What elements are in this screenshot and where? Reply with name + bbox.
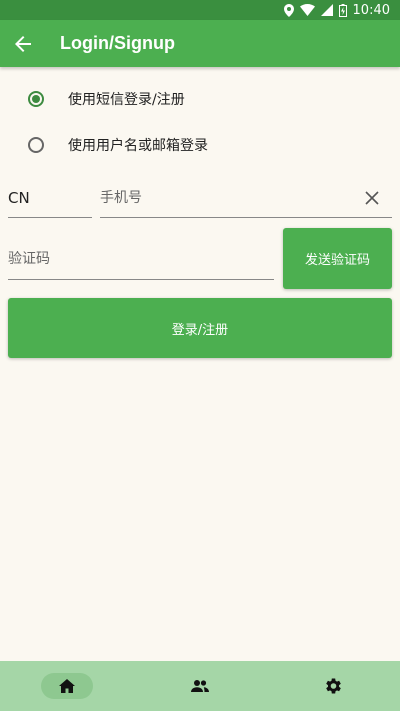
radio-label-username: 使用用户名或邮箱登录	[68, 138, 208, 154]
nav-pill-home	[40, 673, 93, 699]
page-title: Login/Signup	[60, 33, 175, 53]
phone-input[interactable]	[100, 189, 392, 206]
home-icon	[58, 679, 75, 693]
radio-option-username[interactable]: 使用用户名或邮箱登录	[28, 130, 208, 160]
people-icon	[190, 680, 209, 692]
country-code-field[interactable]: CN	[8, 178, 92, 218]
radio-button-username[interactable]	[28, 137, 44, 153]
country-code-value: CN	[8, 188, 30, 207]
nav-item-settings[interactable]	[267, 661, 400, 711]
app-bar: Login/Signup	[0, 20, 400, 67]
nav-item-people[interactable]	[133, 661, 266, 711]
signal-icon	[320, 4, 333, 16]
bottom-navigation	[0, 661, 400, 711]
wifi-icon	[299, 4, 315, 16]
verification-code-input[interactable]	[8, 250, 274, 267]
back-button[interactable]	[0, 20, 46, 67]
verification-code-field[interactable]	[8, 238, 274, 280]
phone-field[interactable]	[100, 178, 392, 218]
nav-pill-settings	[307, 673, 359, 699]
send-code-button[interactable]: 发送验证码	[283, 228, 392, 289]
status-icons	[283, 3, 347, 17]
radio-option-sms[interactable]: 使用短信登录/注册	[28, 84, 185, 114]
login-signup-button[interactable]: 登录/注册	[8, 298, 392, 358]
status-bar: 10:40	[0, 0, 400, 20]
arrow-back-icon	[15, 35, 31, 52]
clear-icon[interactable]	[364, 190, 380, 206]
nav-item-home[interactable]	[0, 661, 133, 711]
battery-icon	[338, 3, 347, 17]
radio-label-sms: 使用短信登录/注册	[68, 92, 185, 108]
status-time: 10:40	[352, 2, 390, 18]
radio-button-sms[interactable]	[28, 91, 44, 107]
nav-pill-people	[174, 673, 226, 699]
settings-icon	[326, 678, 342, 694]
location-icon	[283, 3, 294, 17]
